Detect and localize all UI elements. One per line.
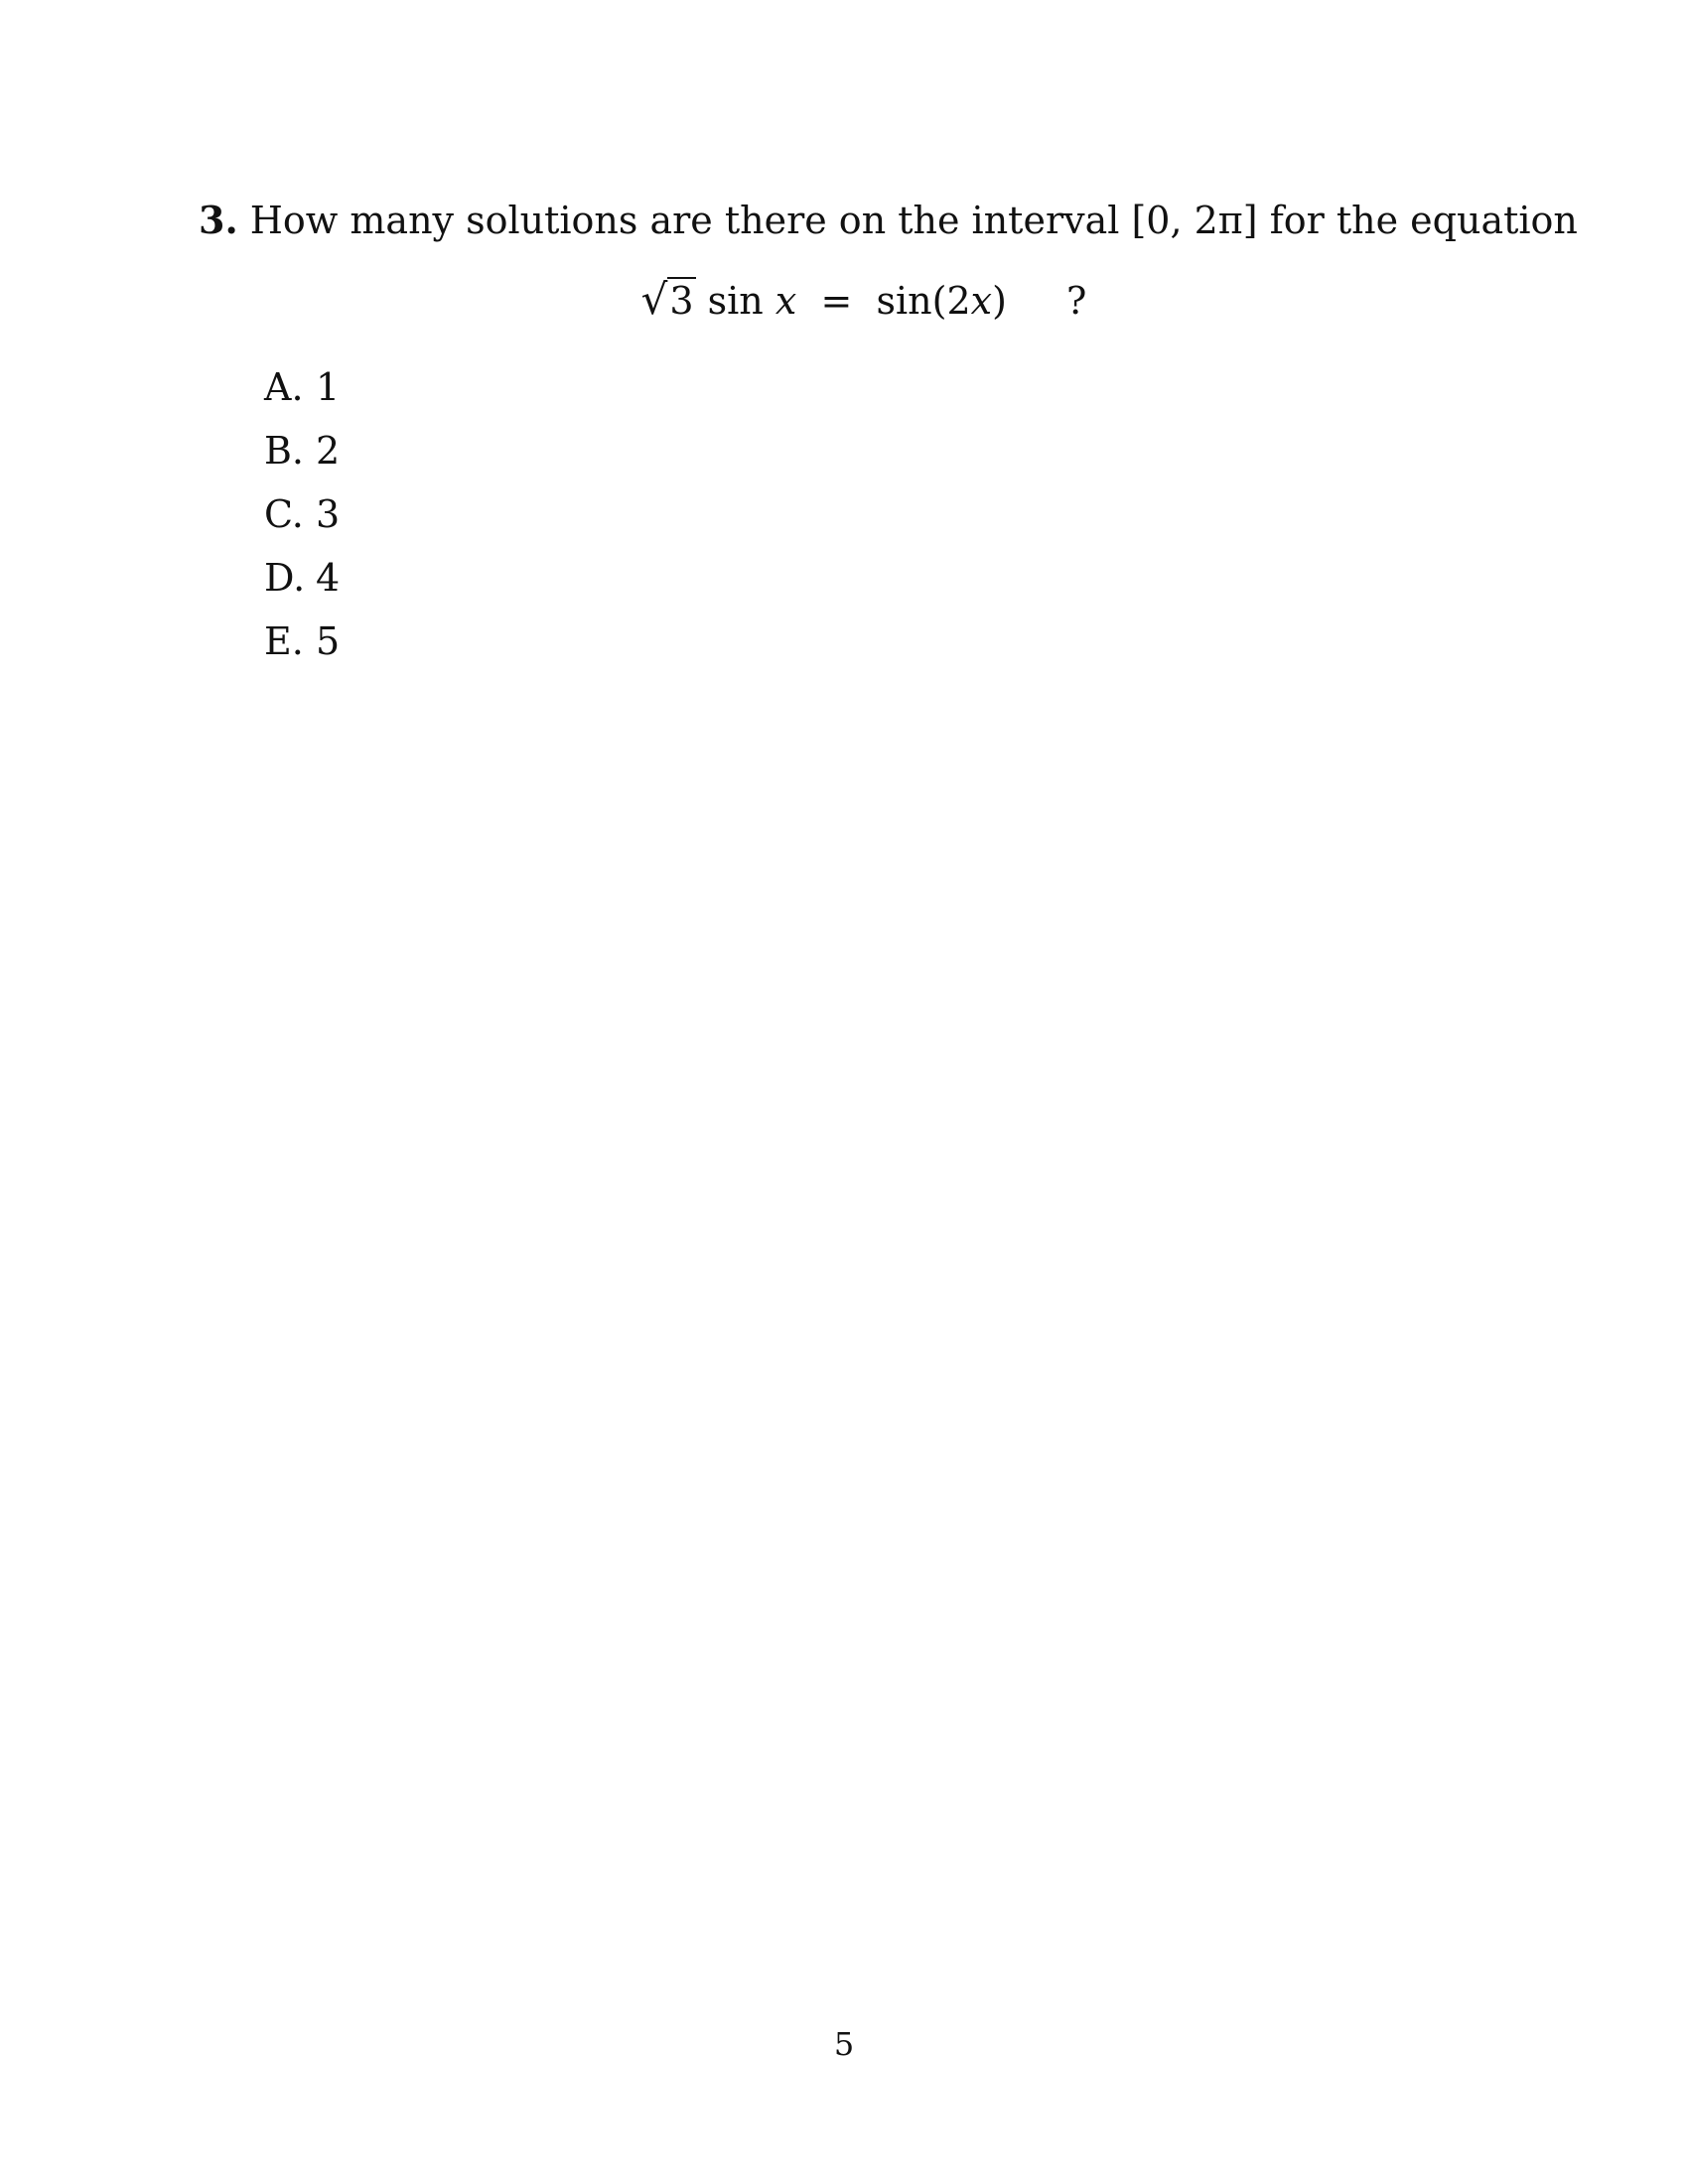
rhs-function: sin(2 <box>876 279 971 323</box>
question-text-before: How many solutions are there on the inte… <box>249 199 1132 242</box>
choice-b: B. 2 <box>264 425 340 488</box>
choice-value: 1 <box>316 365 341 409</box>
rhs-close-paren: ) <box>992 279 1007 323</box>
choice-value: 5 <box>316 619 341 663</box>
choice-letter: C. <box>264 492 304 536</box>
sqrt-sign: √ <box>640 275 668 324</box>
choice-c: C. 3 <box>264 488 340 552</box>
choice-letter: B. <box>264 429 305 473</box>
choice-value: 2 <box>316 429 341 473</box>
question-interval: [0, 2π] <box>1131 199 1258 242</box>
rhs-variable-x: x <box>970 279 993 323</box>
sqrt-expression: √3 <box>641 274 696 327</box>
choice-letter: E. <box>264 619 304 663</box>
answer-choices: A. 1 B. 2 C. 3 D. 4 E. 5 <box>264 361 340 679</box>
page-number: 5 <box>833 2025 855 2063</box>
sin-function: sin <box>707 279 764 323</box>
equation: √3 sin x = sin(2x) ? <box>0 274 1688 327</box>
question-text: 3. How many solutions are there on the i… <box>199 195 1578 246</box>
choice-a: A. 1 <box>264 361 340 425</box>
choice-e: E. 5 <box>264 615 340 679</box>
equals-sign: = <box>820 279 853 323</box>
choice-letter: A. <box>264 365 304 409</box>
choice-value: 3 <box>316 492 341 536</box>
question-text-after: for the equation <box>1257 199 1578 242</box>
equation-question-mark: ? <box>1066 279 1087 323</box>
choice-value: 4 <box>316 556 341 600</box>
sqrt-argument: 3 <box>667 277 696 323</box>
choice-d: D. 4 <box>264 552 340 615</box>
question-number: 3. <box>199 198 238 242</box>
choice-letter: D. <box>264 556 306 600</box>
variable-x: x <box>774 279 797 323</box>
